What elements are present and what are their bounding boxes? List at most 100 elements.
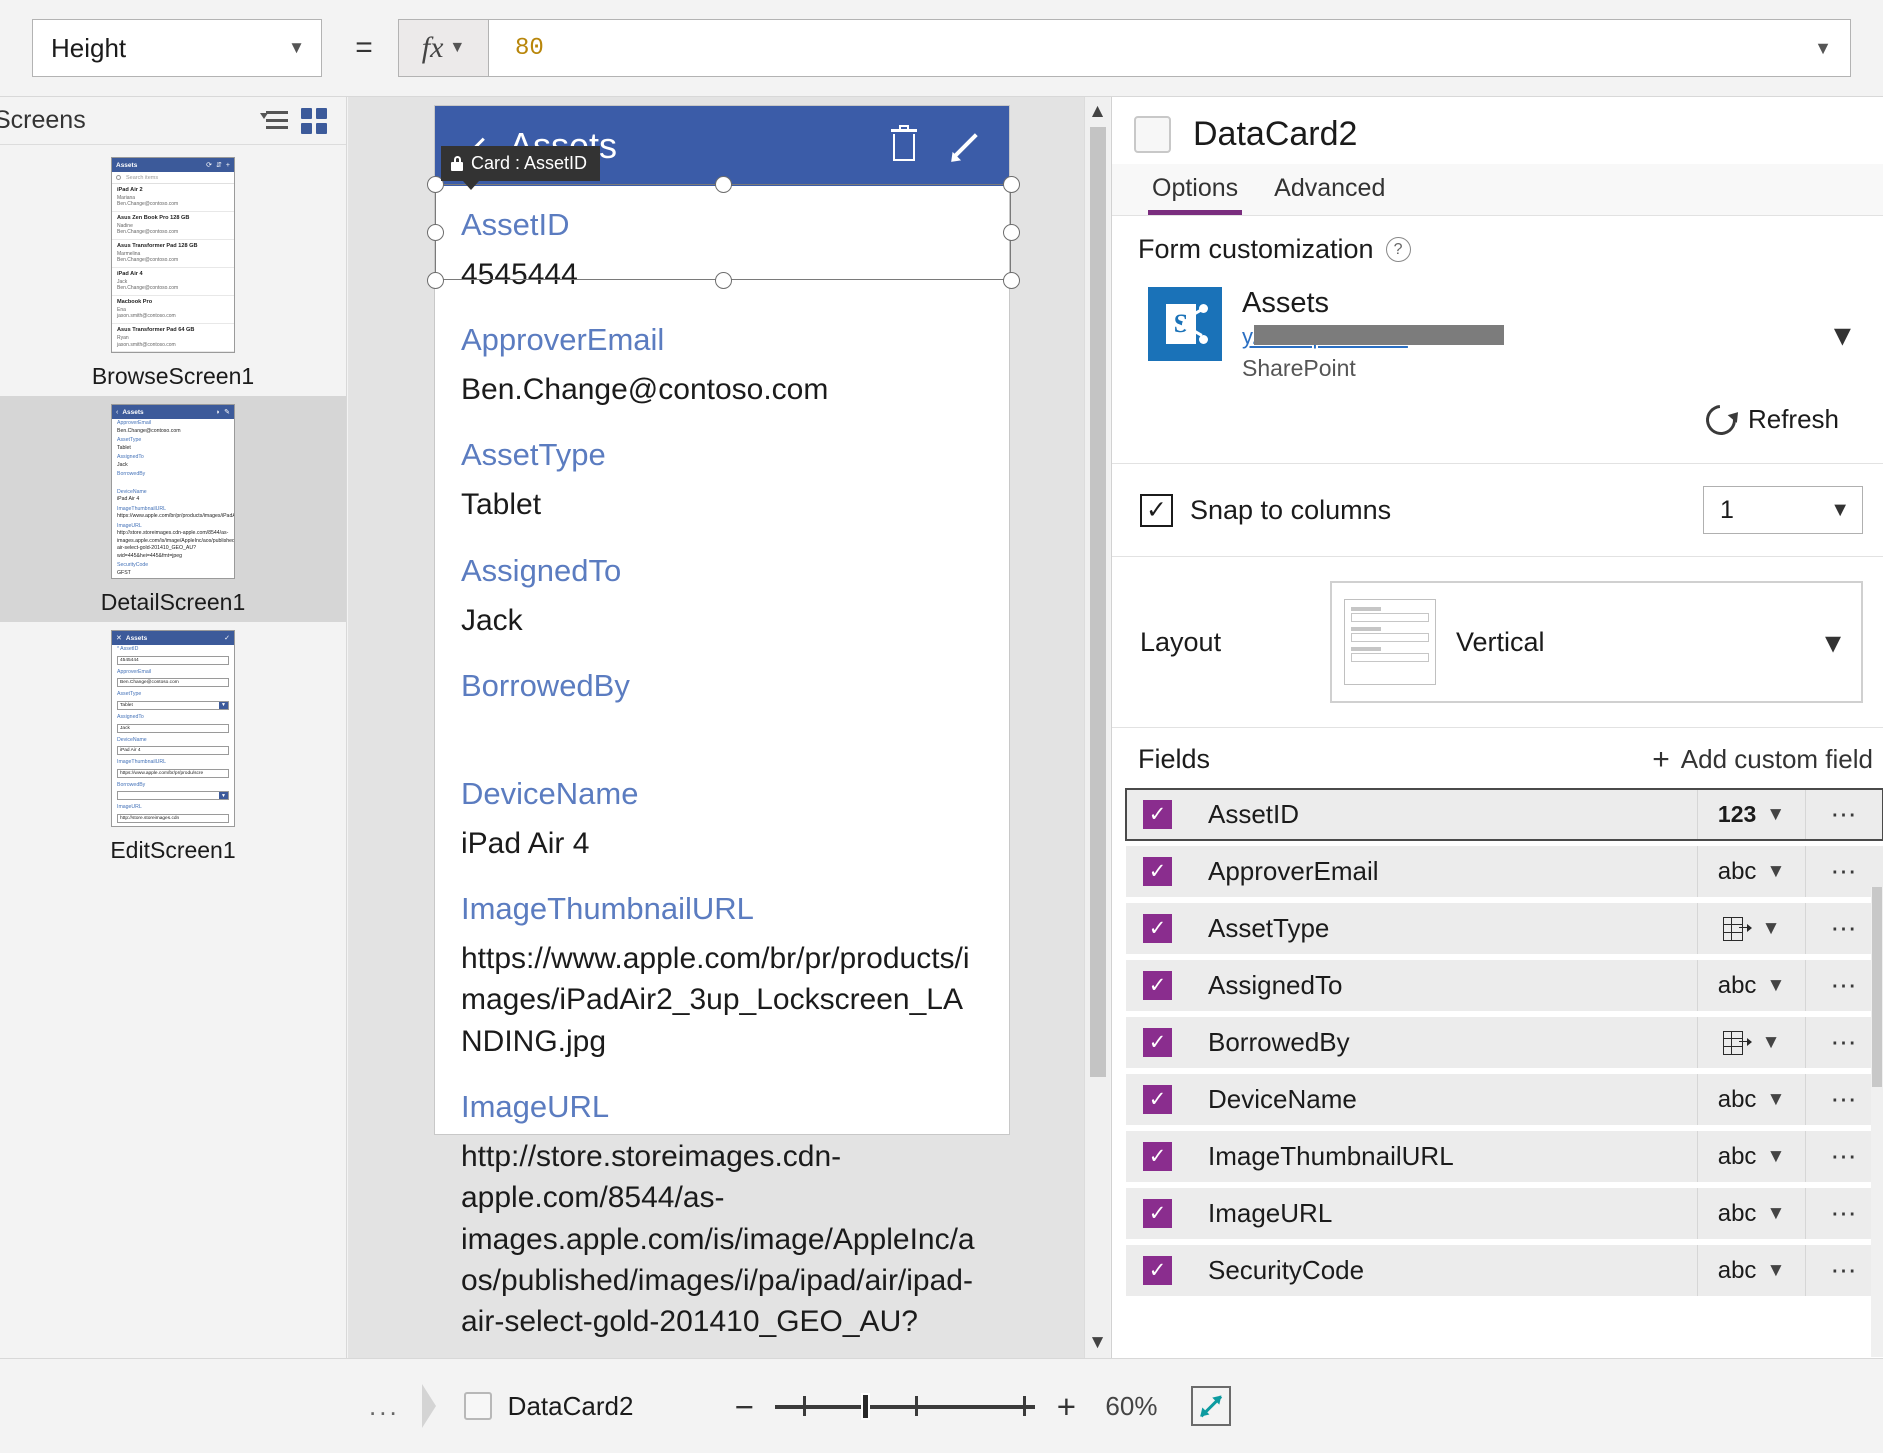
field-checkbox[interactable]: ✓ xyxy=(1143,1256,1172,1285)
field-label: ImageThumbnailURL xyxy=(117,505,167,512)
field-row-assetid[interactable]: ✓ AssetID 123 ▼ ⋯ xyxy=(1125,788,1883,841)
help-circle-icon[interactable]: ? xyxy=(1385,237,1411,262)
field-type-select[interactable]: abc ▼ xyxy=(1697,960,1805,1011)
field-row-assignedto[interactable]: ✓ AssignedTo abc ▼ ⋯ xyxy=(1126,960,1883,1011)
screen-thumbnail-browse[interactable]: Assets ⟳ ⇵ + Search items iPad Air 2 Mar… xyxy=(111,157,235,354)
field-row-borrowedby[interactable]: ✓ BorrowedBy ▼ ⋯ xyxy=(1126,1017,1883,1068)
scroll-down-icon[interactable]: ▼ xyxy=(1085,1328,1110,1358)
field-type-select[interactable]: 123 ▼ xyxy=(1697,789,1805,840)
screen-item-browsescreen1[interactable]: Assets ⟳ ⇵ + Search items iPad Air 2 Mar… xyxy=(0,149,346,396)
layout-preview-icon xyxy=(1344,599,1436,685)
snap-to-columns-checkbox[interactable]: ✓ xyxy=(1140,493,1173,527)
screen-item-editscreen1[interactable]: ✕ Assets ✓ * AssetID 4545444 ApproverEma… xyxy=(0,622,346,869)
field-row-main[interactable]: ✓ DeviceName xyxy=(1126,1074,1697,1125)
zoom-slider-knob[interactable] xyxy=(861,1393,871,1420)
scroll-up-icon[interactable]: ▲ xyxy=(1085,97,1110,127)
add-custom-field-button[interactable]: + Add custom field xyxy=(1652,744,1873,775)
zoom-out-button[interactable]: − xyxy=(729,1390,759,1423)
screens-sidebar: Screens Assets ⟳ ⇵ + Search items iPad A… xyxy=(0,97,347,1358)
field-more-button[interactable]: ⋯ xyxy=(1805,789,1883,840)
tooltip-text: Card : AssetID xyxy=(471,153,588,173)
fx-button[interactable]: fx ▼ xyxy=(398,19,488,77)
field-type-select[interactable]: abc ▼ xyxy=(1697,1131,1805,1182)
chevron-down-icon: ▼ xyxy=(219,792,228,800)
field-type-select[interactable]: abc ▼ xyxy=(1697,1245,1805,1296)
field-checkbox[interactable]: ✓ xyxy=(1143,1199,1172,1228)
field-label: AssetType xyxy=(461,437,606,473)
fields-scrollbar[interactable] xyxy=(1871,887,1883,1357)
fields-scrollbar-thumb[interactable] xyxy=(1872,887,1882,1087)
field-checkbox[interactable]: ✓ xyxy=(1143,857,1172,886)
resize-handle-bottom-center[interactable] xyxy=(715,272,732,289)
field-row-main[interactable]: ✓ ImageURL xyxy=(1126,1188,1697,1239)
zoom-slider[interactable] xyxy=(775,1391,1036,1421)
field-row-securitycode[interactable]: ✓ SecurityCode abc ▼ ⋯ xyxy=(1126,1245,1883,1296)
field-checkbox[interactable]: ✓ xyxy=(1143,800,1172,829)
canvas-scrollbar-thumb[interactable] xyxy=(1090,127,1106,1077)
tree-view-icon[interactable] xyxy=(254,101,294,141)
field-type-select[interactable]: abc ▼ xyxy=(1697,1188,1805,1239)
field-row-main[interactable]: ✓ ApproverEmail xyxy=(1126,846,1697,897)
datacard-imagethumbnailurl[interactable]: ImageThumbnailURL https://www.apple.com/… xyxy=(435,870,1009,1068)
tab-options[interactable]: Options xyxy=(1134,164,1256,215)
formula-input[interactable]: 80 ▼ xyxy=(488,19,1851,77)
zoom-in-button[interactable]: + xyxy=(1051,1390,1081,1423)
columns-count-select[interactable]: 1 ▼ xyxy=(1703,486,1863,534)
thumbnail-view-icon[interactable] xyxy=(294,101,334,141)
edit-pencil-icon[interactable] xyxy=(941,123,987,169)
field-row-approveremail[interactable]: ✓ ApproverEmail abc ▼ ⋯ xyxy=(1126,846,1883,897)
resize-handle-middle-left[interactable] xyxy=(427,224,444,241)
screen-thumbnail-detail[interactable]: ‹ Assets ◗ ✎ ApproverEmail Ben.Change@con… xyxy=(111,404,235,580)
trash-icon[interactable] xyxy=(881,123,927,169)
screen-item-detailscreen1[interactable]: ‹ Assets ◗ ✎ ApproverEmail Ben.Change@con… xyxy=(0,396,346,623)
field-checkbox[interactable]: ✓ xyxy=(1143,914,1172,943)
phone-preview[interactable]: Assets AssetID 4545444 ApproverEmail Ben… xyxy=(427,105,1020,1338)
tab-advanced[interactable]: Advanced xyxy=(1256,164,1403,215)
field-row-main[interactable]: ✓ AssetType xyxy=(1126,903,1697,954)
datacard-assettype[interactable]: AssetType Tablet xyxy=(435,416,1009,531)
add-custom-field-label: Add custom field xyxy=(1680,744,1873,774)
property-dropdown[interactable]: Height ▼ xyxy=(32,19,322,77)
datacard-borrowedby[interactable]: BorrowedBy xyxy=(435,647,1009,755)
resize-handle-top-center[interactable] xyxy=(715,176,732,193)
breadcrumb-current[interactable]: DataCard2 xyxy=(508,1391,634,1422)
chevron-down-icon[interactable]: ▾ xyxy=(1834,315,1857,355)
field-label: BorrowedBy xyxy=(117,471,146,478)
field-checkbox[interactable]: ✓ xyxy=(1143,1085,1172,1114)
datacard-devicename[interactable]: DeviceName iPad Air 4 xyxy=(435,755,1009,870)
chevron-down-icon[interactable]: ▼ xyxy=(1814,38,1832,59)
resize-handle-bottom-left[interactable] xyxy=(427,272,444,289)
field-type-select[interactable]: ▼ xyxy=(1697,1017,1805,1068)
fit-to-screen-button[interactable] xyxy=(1191,1386,1232,1426)
datacard-assignedto[interactable]: AssignedTo Jack xyxy=(435,532,1009,647)
field-row-devicename[interactable]: ✓ DeviceName abc ▼ ⋯ xyxy=(1126,1074,1883,1125)
field-type-select[interactable]: abc ▼ xyxy=(1697,1074,1805,1125)
datacard-approveremail[interactable]: ApproverEmail Ben.Change@contoso.com xyxy=(435,301,1009,416)
resize-handle-middle-right[interactable] xyxy=(1003,224,1020,241)
field-row-assettype[interactable]: ✓ AssetType ▼ ⋯ xyxy=(1126,903,1883,954)
field-value: Ben.Change@contoso.com xyxy=(461,373,829,407)
field-row-imagethumbnailurl[interactable]: ✓ ImageThumbnailURL abc ▼ ⋯ xyxy=(1126,1131,1883,1182)
datacard-imageurl[interactable]: ImageURL http://store.storeimages.cdn-ap… xyxy=(435,1068,1009,1349)
field-type-select[interactable]: ▼ xyxy=(1697,903,1805,954)
field-value: GFST xyxy=(117,569,131,576)
field-checkbox[interactable]: ✓ xyxy=(1143,971,1172,1000)
layout-select[interactable]: Vertical ▾ xyxy=(1330,581,1863,703)
field-row-imageurl[interactable]: ✓ ImageURL abc ▼ ⋯ xyxy=(1126,1188,1883,1239)
datasource-row[interactable]: S Assets y.sharepoint.com SharePoint ▾ xyxy=(1138,287,1857,382)
app-canvas[interactable]: Assets AssetID 4545444 ApproverEmail Ben… xyxy=(348,97,1110,1358)
canvas-scrollbar[interactable]: ▲ ▼ xyxy=(1084,97,1110,1358)
field-checkbox[interactable]: ✓ xyxy=(1143,1142,1172,1171)
resize-handle-bottom-right[interactable] xyxy=(1003,272,1020,289)
field-row-main[interactable]: ✓ BorrowedBy xyxy=(1126,1017,1697,1068)
field-checkbox[interactable]: ✓ xyxy=(1143,1028,1172,1057)
field-row-main[interactable]: ✓ AssetID xyxy=(1126,789,1697,840)
resize-handle-top-right[interactable] xyxy=(1003,176,1020,193)
screen-thumbnail-edit[interactable]: ✕ Assets ✓ * AssetID 4545444 ApproverEma… xyxy=(111,630,235,827)
refresh-button[interactable]: Refresh xyxy=(1138,382,1857,453)
field-row-main[interactable]: ✓ ImageThumbnailURL xyxy=(1126,1131,1697,1182)
field-row-main[interactable]: ✓ AssignedTo xyxy=(1126,960,1697,1011)
breadcrumb-overflow[interactable]: ... xyxy=(347,1391,422,1422)
field-type-select[interactable]: abc ▼ xyxy=(1697,846,1805,897)
field-row-main[interactable]: ✓ SecurityCode xyxy=(1126,1245,1697,1296)
